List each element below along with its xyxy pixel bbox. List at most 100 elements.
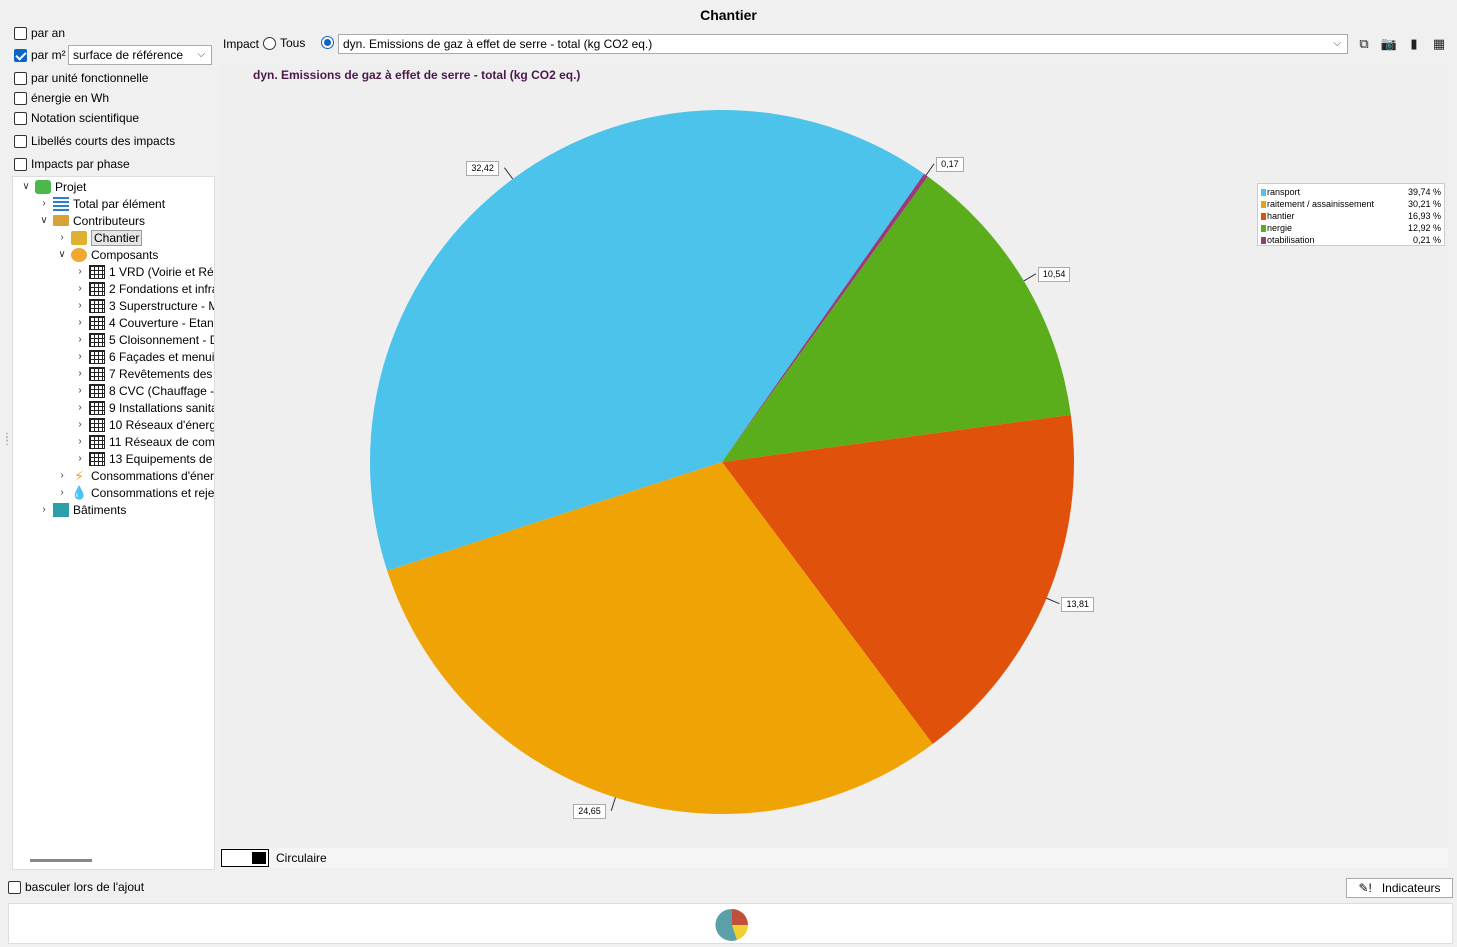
checkbox[interactable] xyxy=(14,48,27,62)
impact-select[interactable]: dyn. Emissions de gaz à effet de serre -… xyxy=(338,34,1348,54)
tree-node-item[interactable]: › 9 Installations sanita xyxy=(75,399,215,416)
option-notation[interactable]: Notation scientifique xyxy=(14,110,139,126)
table-icon xyxy=(89,366,105,381)
chevron-right-icon[interactable]: › xyxy=(75,436,85,447)
tree-node-item[interactable]: › 13 Equipements de p xyxy=(75,450,214,467)
table-icon[interactable]: ▦ xyxy=(1430,35,1448,53)
data-label: 10,54 xyxy=(1037,266,1071,282)
tree-node-item[interactable]: › 11 Réseaux de comm xyxy=(75,433,215,450)
checkbox[interactable] xyxy=(14,134,27,148)
legend-entry: ransport 39,74 % xyxy=(1261,186,1441,198)
tree-label: 11 Réseaux de comm xyxy=(109,434,215,449)
project-tree[interactable]: ∨ Projet › Total par élément ∨ Contribut… xyxy=(12,176,215,870)
tree-node-projet[interactable]: ∨ Projet xyxy=(21,178,86,195)
tree-label: 1 VRD (Voirie et Rése xyxy=(109,264,215,279)
bar-chart-icon[interactable]: ▮ xyxy=(1405,35,1423,53)
data-label: 0,17 xyxy=(936,156,964,172)
chevron-right-icon[interactable]: › xyxy=(75,419,85,430)
chevron-right-icon[interactable]: › xyxy=(75,368,85,379)
chevron-right-icon[interactable]: › xyxy=(75,266,85,277)
tree-node-item[interactable]: › 8 CVC (Chauffage - V xyxy=(75,382,215,399)
legend-label: hantier xyxy=(1267,211,1295,221)
chevron-right-icon[interactable]: › xyxy=(75,385,85,396)
chevron-right-icon[interactable]: › xyxy=(57,470,67,481)
pie-chart-icon[interactable] xyxy=(715,908,749,942)
chevron-right-icon[interactable]: › xyxy=(75,300,85,311)
list-icon xyxy=(53,196,69,211)
option-basculer[interactable]: basculer lors de l'ajout xyxy=(8,880,144,894)
tree-label: 8 CVC (Chauffage - V xyxy=(109,383,215,398)
checkbox[interactable] xyxy=(14,91,27,105)
tree-node-item[interactable]: › 10 Réseaux d'énergi xyxy=(75,416,215,433)
tree-node-batiments[interactable]: › Bâtiments xyxy=(39,501,126,518)
tree-node-item[interactable]: › 4 Couverture - Etanc xyxy=(75,314,214,331)
tree-node-contributeurs[interactable]: ∨ Contributeurs xyxy=(39,212,145,229)
chevron-right-icon[interactable]: › xyxy=(75,317,85,328)
checkbox[interactable] xyxy=(14,111,27,125)
splitter-handle[interactable]: ⋮ ⋮ xyxy=(2,433,12,447)
tree-node-item[interactable]: › 6 Façades et menuis xyxy=(75,348,214,365)
copy-icon[interactable]: ⧉ xyxy=(1355,35,1373,53)
tree-node-item[interactable]: › 7 Revêtements des s xyxy=(75,365,215,382)
tree-label: 7 Revêtements des s xyxy=(109,366,215,381)
legend-percent: 39,74 % xyxy=(1407,187,1441,197)
tree-node-conso-rejets[interactable]: › 💧 Consommations et rejet xyxy=(57,484,215,501)
circular-toggle[interactable] xyxy=(221,849,269,867)
table-icon xyxy=(89,349,105,364)
chevron-right-icon[interactable]: › xyxy=(57,232,67,243)
option-par-unite[interactable]: par unité fonctionnelle xyxy=(14,70,148,86)
water-drop-icon: 💧 xyxy=(71,484,88,500)
chevron-right-icon[interactable]: › xyxy=(57,487,67,498)
tree-node-total[interactable]: › Total par élément xyxy=(39,195,165,212)
option-energie-wh[interactable]: énergie en Wh xyxy=(14,90,109,106)
chevron-right-icon[interactable]: › xyxy=(75,334,85,345)
tree-label: Composants xyxy=(91,247,159,262)
bulldozer-icon xyxy=(71,230,87,245)
chevron-right-icon[interactable]: › xyxy=(75,402,85,413)
chevron-right-icon[interactable]: › xyxy=(75,283,85,294)
tree-label: 9 Installations sanita xyxy=(109,400,215,415)
option-par-an[interactable]: par an xyxy=(14,25,65,41)
legend-label: raitement / assainissement xyxy=(1267,199,1375,209)
legend-percent: 0,21 % xyxy=(1412,235,1441,245)
tree-label: Consommations et rejet xyxy=(91,485,215,500)
tree-node-item[interactable]: › 3 Superstructure - M xyxy=(75,297,214,314)
tree-node-item[interactable]: › 1 VRD (Voirie et Rése xyxy=(75,263,215,280)
legend-percent: 12,92 % xyxy=(1407,223,1441,233)
chevron-right-icon[interactable]: › xyxy=(39,198,49,209)
camera-icon[interactable]: 📷 xyxy=(1380,35,1398,53)
tree-node-chantier[interactable]: › Chantier xyxy=(57,229,143,246)
checkbox[interactable] xyxy=(14,26,27,40)
tree-horizontal-scrollbar[interactable] xyxy=(30,859,92,862)
tree-label: 10 Réseaux d'énergi xyxy=(109,417,215,432)
indicateurs-button[interactable]: ✎! Indicateurs xyxy=(1346,878,1453,898)
impact-label: Impact xyxy=(223,37,260,51)
chevron-right-icon[interactable]: › xyxy=(39,504,49,515)
option-impacts-phase[interactable]: Impacts par phase xyxy=(14,156,130,172)
surface-select[interactable]: surface de référence ⌵ xyxy=(68,45,212,65)
tree-node-item[interactable]: › 5 Cloisonnement - D xyxy=(75,331,214,348)
radio-tous[interactable]: Tous xyxy=(263,36,305,50)
chevron-right-icon[interactable]: › xyxy=(75,351,85,362)
table-icon xyxy=(89,315,105,330)
chevron-down-icon[interactable]: ∨ xyxy=(39,215,49,226)
tree-node-composants[interactable]: ∨ Composants xyxy=(57,246,158,263)
chevron-down-icon[interactable]: ∨ xyxy=(21,181,31,192)
tree-node-item[interactable]: › 2 Fondations et infra xyxy=(75,280,214,297)
checkbox[interactable] xyxy=(14,71,27,85)
impact-select-value: dyn. Emissions de gaz à effet de serre -… xyxy=(343,37,653,51)
chevron-right-icon[interactable]: › xyxy=(75,453,85,464)
option-par-m2[interactable]: par m² xyxy=(14,47,66,63)
table-icon xyxy=(89,434,105,449)
option-libelles[interactable]: Libellés courts des impacts xyxy=(14,133,175,149)
surface-select-value: surface de référence xyxy=(73,48,184,62)
tree-node-conso-energie[interactable]: › ⚡ Consommations d'éner xyxy=(57,467,214,484)
radio-selected-impact[interactable] xyxy=(321,36,334,49)
checkbox[interactable] xyxy=(8,880,21,894)
chart-legend: ransport 39,74 % raitement / assainissemen… xyxy=(1257,183,1445,246)
option-label: Notation scientifique xyxy=(31,111,140,125)
radio-button[interactable] xyxy=(263,36,276,50)
legend-label: ransport xyxy=(1267,187,1301,197)
checkbox[interactable] xyxy=(14,157,27,171)
chevron-down-icon[interactable]: ∨ xyxy=(57,249,67,260)
